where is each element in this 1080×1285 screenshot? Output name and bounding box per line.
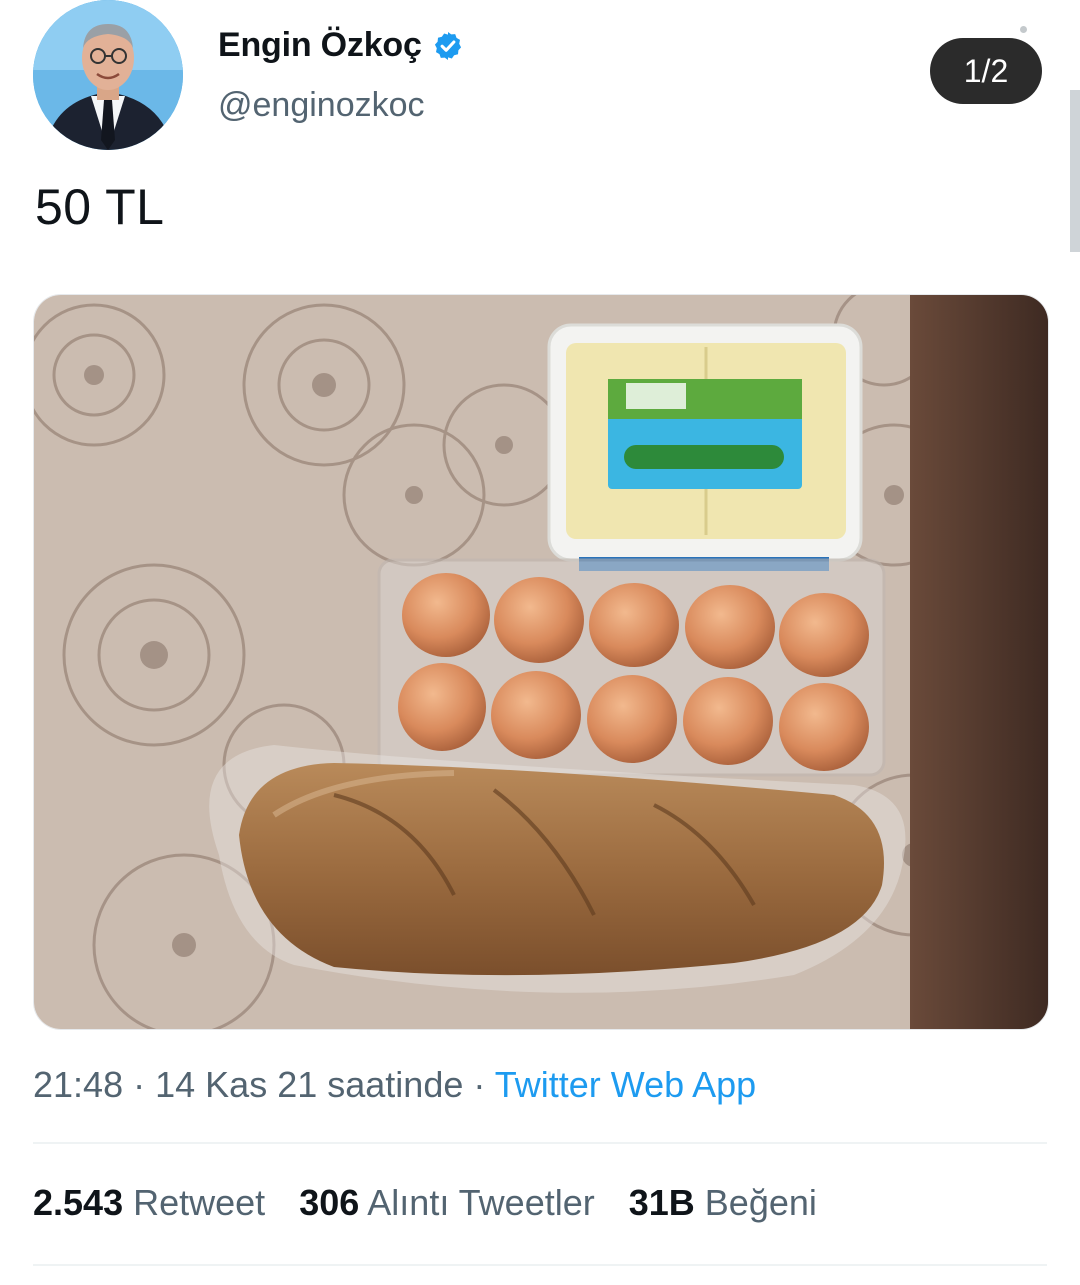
handle[interactable]: @enginozkoc — [218, 86, 425, 125]
media-counter: 1/2 — [930, 38, 1042, 104]
quote-tweets-stat[interactable]: 306 Alıntı Tweetler — [299, 1182, 595, 1224]
likes-count: 31B — [628, 1182, 695, 1223]
display-name-text: Engin Özkoç — [218, 26, 422, 64]
divider — [33, 1142, 1047, 1144]
groceries-photo — [34, 295, 1048, 1029]
verified-badge-icon — [434, 31, 461, 60]
retweets-label: Retweet — [133, 1182, 266, 1223]
separator: · — [133, 1064, 146, 1105]
scrollbar[interactable] — [1070, 90, 1080, 252]
tweet-text: 50 TL — [35, 179, 165, 235]
separator: · — [473, 1064, 486, 1105]
tweet-date[interactable]: 14 Kas 21 saatinde — [155, 1064, 463, 1105]
avatar[interactable] — [33, 0, 183, 150]
divider — [33, 1264, 1047, 1266]
likes-label: Beğeni — [704, 1182, 817, 1223]
likes-stat[interactable]: 31B Beğeni — [629, 1182, 817, 1224]
retweets-count: 2.543 — [33, 1182, 124, 1223]
profile-photo — [33, 0, 183, 150]
quotes-count: 306 — [299, 1182, 360, 1223]
quotes-label: Alıntı Tweetler — [367, 1182, 595, 1223]
engagement-stats: 2.543 Retweet 306 Alıntı Tweetler 31B Be… — [33, 1182, 817, 1224]
tweet-time[interactable]: 21:48 — [33, 1064, 123, 1105]
tweet-source-link[interactable]: Twitter Web App — [495, 1064, 756, 1105]
tweet-photo[interactable] — [33, 294, 1049, 1030]
retweets-stat[interactable]: 2.543 Retweet — [33, 1182, 265, 1224]
tweet-metadata: 21:48 · 14 Kas 21 saatinde · Twitter Web… — [33, 1064, 756, 1106]
scroll-indicator-dot — [1020, 26, 1027, 33]
display-name[interactable]: Engin Özkoç — [218, 26, 464, 65]
